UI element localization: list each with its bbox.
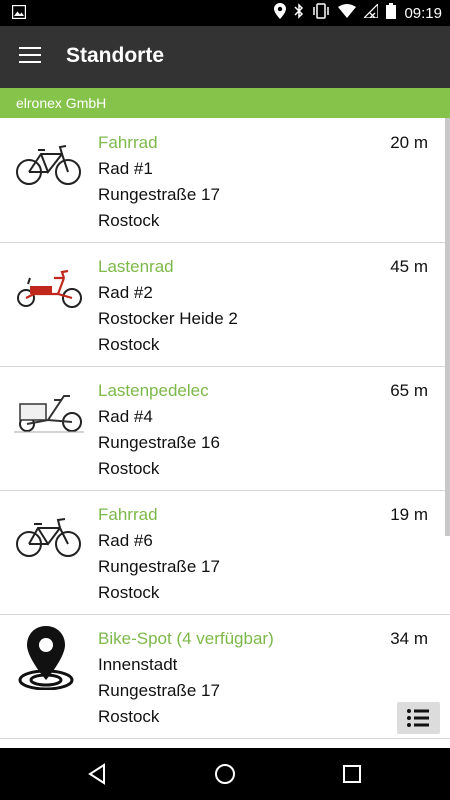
navigation-bar [0, 748, 450, 800]
wifi-icon [338, 3, 357, 23]
vibrate-icon [312, 2, 330, 24]
location-icon [274, 2, 287, 24]
location-name: Rad #2 [98, 283, 153, 302]
recents-icon[interactable] [339, 761, 365, 787]
location-list: Fahrrad Rad #1 Rungestraße 17 Rostock 20… [0, 118, 450, 748]
location-distance: 45 m [390, 257, 428, 276]
cargo-pedelec-icon [14, 388, 84, 436]
hamburger-menu-icon[interactable] [19, 47, 41, 67]
location-city: Rostock [98, 459, 160, 478]
location-name: Rad #1 [98, 159, 153, 178]
location-city: Rostock [98, 583, 160, 602]
app-toolbar: Standorte [0, 26, 450, 88]
list-item[interactable]: Lastenpedelec Rad #4 Rungestraße 16 Rost… [0, 366, 450, 491]
location-city: Rostock [98, 335, 160, 354]
location-category: Fahrrad [98, 133, 158, 152]
image-notification-icon [11, 4, 27, 24]
location-name: Rad #6 [98, 531, 153, 550]
location-street: Rungestraße 17 [98, 185, 220, 204]
list-item[interactable]: Lastenrad Rad #2 Rostocker Heide 2 Rosto… [0, 242, 450, 367]
home-icon[interactable] [212, 761, 238, 787]
location-street: Rungestraße 17 [98, 681, 220, 700]
location-category: Fahrrad [98, 505, 158, 524]
location-name: Rad #4 [98, 407, 153, 426]
cargo-bike-icon [14, 264, 84, 312]
location-category: Lastenpedelec [98, 381, 209, 400]
organization-header: elronex GmbH [0, 88, 450, 118]
scrollbar[interactable] [445, 118, 450, 536]
location-distance: 65 m [390, 381, 428, 400]
list-item[interactable]: Bike-Spot (4 verfügbar) Innenstadt Runge… [0, 614, 450, 739]
location-street: Rungestraße 16 [98, 433, 220, 452]
battery-icon [386, 2, 397, 24]
back-icon[interactable] [85, 761, 111, 787]
location-name: Innenstadt [98, 655, 178, 674]
location-street: Rungestraße 17 [98, 557, 220, 576]
location-city: Rostock [98, 707, 160, 726]
bicycle-icon [14, 512, 84, 560]
location-street: Rostocker Heide 2 [98, 309, 238, 328]
organization-name: elronex GmbH [16, 95, 107, 111]
no-signal-icon [362, 1, 380, 23]
location-distance: 19 m [390, 505, 428, 524]
status-bar: 09:19 [0, 0, 450, 26]
list-view-button[interactable] [397, 702, 440, 734]
location-category: Lastenrad [98, 257, 174, 276]
bluetooth-icon [294, 2, 304, 24]
location-city: Rostock [98, 211, 160, 230]
page-title: Standorte [66, 44, 165, 67]
location-distance: 20 m [390, 133, 428, 152]
list-item[interactable]: Fahrrad Rad #1 Rungestraße 17 Rostock 20… [0, 118, 450, 243]
location-distance: 34 m [390, 629, 428, 648]
list-item[interactable]: Fahrrad Rad #6 Rungestraße 17 Rostock 19… [0, 490, 450, 615]
location-pin-icon [16, 624, 76, 691]
list-icon [407, 709, 429, 727]
bicycle-icon [14, 140, 84, 188]
location-category: Bike-Spot (4 verfügbar) [98, 629, 274, 648]
status-time: 09:19 [404, 4, 442, 22]
